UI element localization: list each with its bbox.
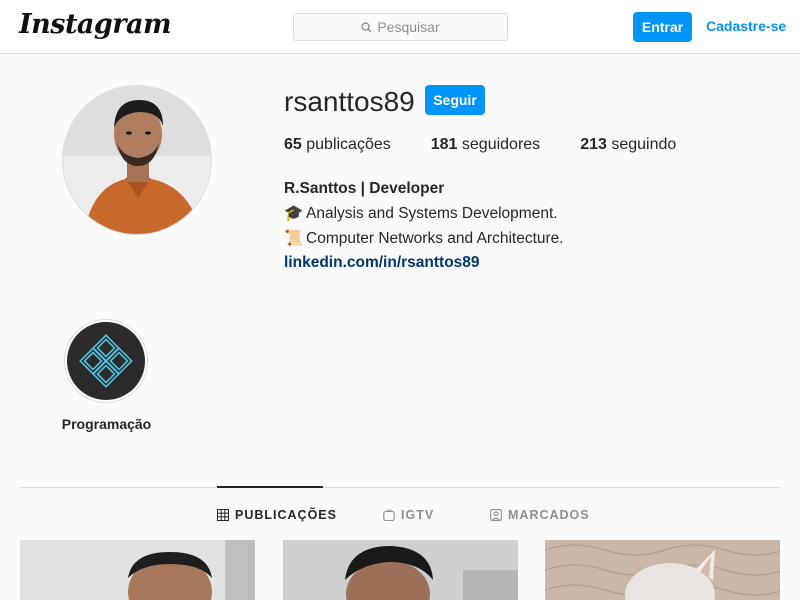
tab-marcados[interactable]: MARCADOS: [490, 508, 590, 522]
stat-following[interactable]: 213 seguindo: [580, 136, 676, 154]
graduate-icon: 🎓: [284, 204, 304, 222]
stat-posts-count: 65: [284, 136, 302, 153]
grid-icon: [217, 509, 229, 521]
stat-followers-count: 181: [430, 136, 458, 153]
profile-username: rsanttos89: [284, 86, 415, 117]
stat-following-count: 213: [580, 136, 607, 153]
search-icon: [361, 21, 372, 33]
stat-followers[interactable]: 181 seguidores: [431, 136, 540, 154]
tab-igtv-label: IGTV: [401, 508, 435, 522]
profile-website-link[interactable]: linkedin.com/in/rsanttos89: [284, 251, 564, 275]
bio-line-1-text: Analysis and Systems Development.: [306, 205, 558, 222]
bio-line-1: 🎓 Analysis and Systems Development.: [284, 201, 564, 226]
post-thumbnail[interactable]: [545, 540, 780, 600]
top-navigation: Instagram Pesquisar Entrar Cadastre-se: [0, 0, 800, 54]
avatar-photo: [63, 86, 211, 234]
bio-line-2-text: Computer Networks and Architecture.: [306, 230, 564, 247]
search-placeholder: Pesquisar: [377, 19, 440, 35]
stat-followers-label: seguidores: [461, 136, 541, 153]
signup-link[interactable]: Cadastre-se: [706, 18, 786, 34]
diamond-pattern-icon: [79, 334, 133, 388]
search-input[interactable]: Pesquisar: [293, 13, 508, 41]
tagged-icon: [490, 509, 502, 521]
tabs-divider: [20, 487, 780, 488]
stat-posts: 65 publicações: [284, 136, 391, 154]
post-thumbnail[interactable]: [20, 540, 255, 600]
story-highlight[interactable]: [64, 319, 148, 403]
follow-button[interactable]: Seguir: [425, 85, 485, 115]
tab-publicacoes-label: PUBLICAÇÕES: [235, 508, 337, 522]
post-image: [20, 540, 255, 600]
active-tab-indicator: [217, 486, 323, 488]
tab-marcados-label: MARCADOS: [508, 508, 590, 522]
post-image: [283, 540, 518, 600]
highlight-cover: [67, 322, 145, 400]
stat-posts-label: publicações: [306, 136, 391, 153]
stat-following-label: seguindo: [611, 136, 677, 153]
bio-line-2: 📜 Computer Networks and Architecture.: [284, 226, 564, 251]
profile-avatar[interactable]: [62, 85, 212, 235]
post-image: [545, 540, 780, 600]
instagram-logo[interactable]: Instagram: [19, 9, 172, 40]
profile-full-name: R.Santtos | Developer: [284, 180, 445, 197]
login-button[interactable]: Entrar: [633, 12, 692, 42]
tab-igtv[interactable]: IGTV: [383, 508, 434, 522]
profile-bio: R.Santtos | Developer 🎓 Analysis and Syst…: [284, 177, 564, 275]
igtv-icon: [383, 509, 395, 521]
tab-publicacoes[interactable]: PUBLICAÇÕES: [217, 508, 337, 522]
scroll-icon: 📜: [284, 229, 304, 247]
highlight-label: Programação: [61, 416, 152, 432]
post-thumbnail[interactable]: [283, 540, 518, 600]
profile-stats: 65 publicações 181 seguidores 213 seguin…: [284, 136, 716, 154]
